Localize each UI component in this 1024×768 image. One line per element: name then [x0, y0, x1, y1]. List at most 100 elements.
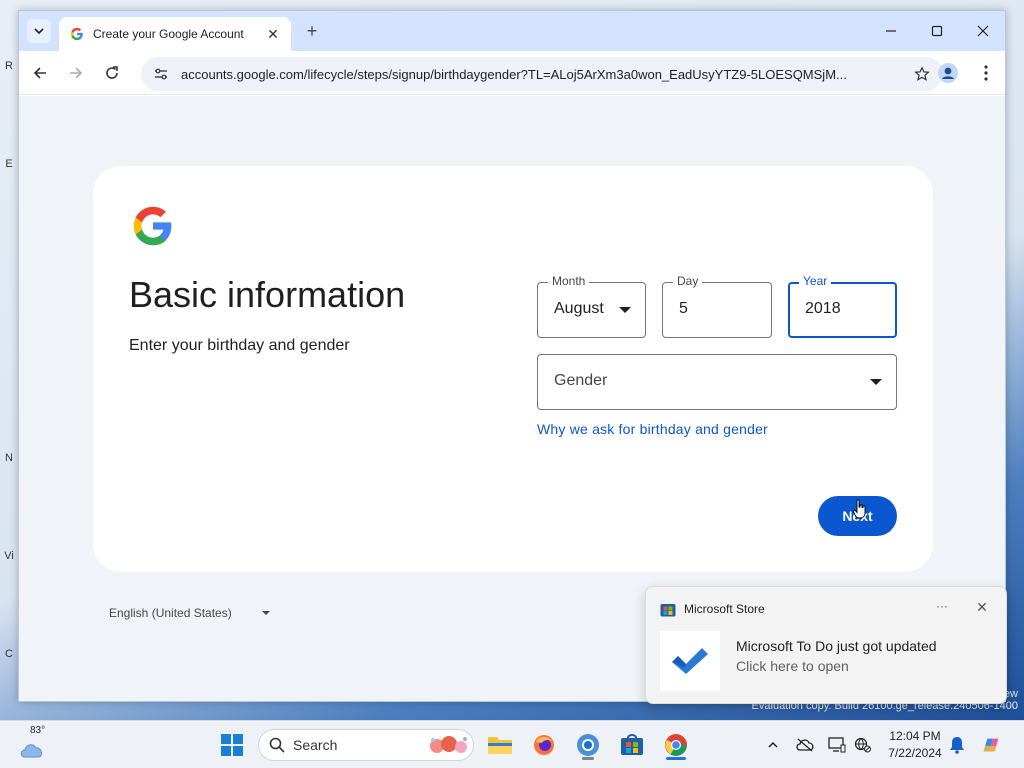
- show-hidden-icons-button[interactable]: [762, 734, 784, 756]
- monitor-icon: [828, 737, 846, 753]
- plus-icon: +: [306, 20, 318, 41]
- windows-start-icon: [221, 734, 243, 756]
- minimize-button[interactable]: [879, 19, 903, 43]
- taskbar: 83° Search 12:04 PM 7/22/2024: [0, 720, 1024, 768]
- search-label: Search: [293, 737, 338, 753]
- google-logo-icon: [133, 206, 172, 246]
- toast-notification[interactable]: Microsoft Store ··· ✕ Microsoft To Do ju…: [645, 586, 1007, 704]
- reload-icon: [106, 66, 118, 79]
- taskbar-chrome[interactable]: [660, 729, 692, 761]
- page-title: Basic information: [129, 274, 406, 315]
- bell-icon: [950, 737, 964, 754]
- year-field[interactable]: Year 2018: [788, 274, 897, 338]
- dropdown-arrow-icon: [619, 307, 631, 313]
- cloud-offline-icon: [796, 738, 814, 752]
- close-icon: [977, 25, 989, 37]
- arrow-left-icon: [33, 67, 46, 79]
- notifications-button[interactable]: [946, 734, 968, 756]
- address-bar[interactable]: accounts.google.com/lifecycle/steps/sign…: [141, 57, 943, 91]
- search-highlight-icon: [430, 736, 467, 753]
- profile-avatar-icon[interactable]: [935, 60, 961, 86]
- toast-title: Microsoft To Do just got updated: [736, 638, 937, 654]
- onedrive-status[interactable]: [794, 734, 816, 756]
- file-explorer-icon: [488, 737, 512, 754]
- microsoft-store-icon: [660, 604, 676, 617]
- maximize-icon: [931, 25, 943, 37]
- copilot-button[interactable]: [980, 734, 1002, 756]
- arrow-right-icon: [70, 67, 83, 79]
- gender-placeholder: Gender: [554, 372, 608, 389]
- dropdown-arrow-icon: [261, 611, 270, 615]
- clock-time: 12:04 PM: [889, 729, 941, 743]
- taskbar-search[interactable]: Search: [258, 729, 474, 761]
- language-selector[interactable]: English (United States): [109, 606, 270, 620]
- toast-close-button[interactable]: ✕: [972, 599, 992, 619]
- chrome-canary-icon: [577, 734, 599, 756]
- taskbar-microsoft-store[interactable]: [616, 729, 648, 761]
- desktop-icon-label: R: [5, 60, 13, 72]
- reload-button[interactable]: [99, 60, 125, 86]
- hand-cursor-icon: [853, 499, 866, 519]
- gender-select[interactable]: Gender: [537, 354, 897, 410]
- google-favicon-icon: [69, 26, 85, 42]
- day-label: Day: [673, 274, 703, 288]
- chevron-down-icon: [34, 28, 44, 35]
- taskbar-file-explorer[interactable]: [484, 729, 516, 761]
- desktop-icon-label: N: [5, 452, 13, 464]
- month-select[interactable]: Month August: [537, 274, 646, 338]
- day-field[interactable]: Day 5: [662, 274, 772, 338]
- toast-subtitle: Click here to open: [736, 658, 849, 674]
- tab-title: Create your Google Account: [93, 27, 244, 41]
- desktop-icon-label: Vi: [4, 550, 14, 562]
- minimize-icon: [886, 30, 896, 32]
- tab-strip: Create your Google Account ✕ +: [19, 11, 1005, 51]
- taskbar-firefox[interactable]: [528, 729, 560, 761]
- copilot-icon: [983, 738, 999, 752]
- network-status[interactable]: [852, 734, 874, 756]
- chrome-icon: [665, 734, 687, 756]
- back-button[interactable]: [27, 60, 53, 86]
- year-label: Year: [799, 274, 832, 288]
- display-status[interactable]: [826, 734, 848, 756]
- tab-search-button[interactable]: [27, 19, 51, 43]
- month-value: August: [554, 300, 604, 317]
- taskbar-chrome-canary[interactable]: [572, 729, 604, 761]
- weather-widget[interactable]: 83°: [16, 725, 50, 765]
- close-icon[interactable]: ✕: [265, 26, 281, 42]
- day-value: 5: [679, 300, 688, 317]
- clock-date: 7/22/2024: [888, 746, 942, 760]
- search-icon: [269, 737, 285, 753]
- microsoft-todo-icon: [660, 631, 720, 691]
- why-we-ask-link[interactable]: Why we ask for birthday and gender: [537, 421, 768, 437]
- page-subtitle: Enter your birthday and gender: [129, 337, 350, 354]
- weather-temperature: 83°: [30, 725, 46, 736]
- desktop-icon-label: E: [5, 158, 13, 170]
- dropdown-arrow-icon: [870, 379, 882, 385]
- url-text: accounts.google.com/lifecycle/steps/sign…: [181, 66, 847, 82]
- system-clock[interactable]: 12:04 PM 7/22/2024: [880, 728, 950, 762]
- month-label: Month: [548, 274, 590, 288]
- site-settings-icon[interactable]: [149, 62, 173, 86]
- signup-card: Basic information Enter your birthday an…: [93, 166, 933, 572]
- firefox-icon: [534, 735, 554, 755]
- bookmark-star-icon[interactable]: [911, 63, 933, 85]
- toast-app-name: Microsoft Store: [684, 602, 765, 616]
- browser-tab[interactable]: Create your Google Account ✕: [59, 17, 291, 51]
- year-value: 2018: [805, 300, 841, 317]
- window-close-button[interactable]: [971, 19, 995, 43]
- desktop-icon-label: C: [5, 648, 13, 660]
- maximize-button[interactable]: [925, 19, 949, 43]
- forward-button[interactable]: [63, 60, 89, 86]
- start-button[interactable]: [216, 729, 248, 761]
- browser-toolbar: accounts.google.com/lifecycle/steps/sign…: [19, 51, 1005, 95]
- cloud-icon: [20, 744, 43, 758]
- new-tab-button[interactable]: +: [301, 20, 323, 42]
- active-indicator: [666, 757, 686, 760]
- chevron-up-icon: [768, 741, 778, 748]
- running-indicator: [582, 757, 594, 760]
- microsoft-store-icon: [621, 734, 643, 755]
- kebab-menu-icon: [984, 65, 988, 81]
- network-globe-icon: [854, 737, 871, 753]
- menu-button[interactable]: [973, 60, 999, 86]
- more-options-button[interactable]: ···: [932, 599, 952, 617]
